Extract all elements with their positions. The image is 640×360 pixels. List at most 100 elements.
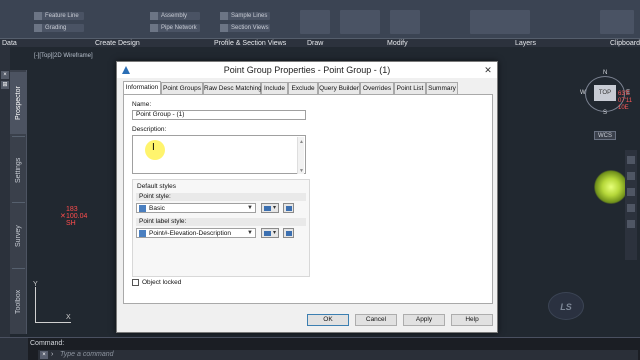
point-label-style-select[interactable]: Point#-Elevation-Description ▼ xyxy=(136,228,256,238)
watermark-logo: LS xyxy=(548,292,584,320)
viewport-controls-label[interactable]: [-][Top][2D Wireframe] xyxy=(34,53,93,59)
chevron-down-icon: ▾ xyxy=(272,230,276,236)
ribbon-clipboard-tools[interactable] xyxy=(600,10,634,34)
palette-divider xyxy=(12,202,25,203)
tree-block-symbol[interactable] xyxy=(594,170,628,204)
toolspace-pin-icon[interactable]: ⊞ xyxy=(1,81,9,89)
ribbon-layers-tools[interactable] xyxy=(470,10,530,34)
tab-overrides[interactable]: Overrides xyxy=(360,82,394,94)
toolspace-palette: Prospector Settings Survey Toolbox xyxy=(10,70,27,334)
navigation-bar xyxy=(625,150,637,260)
point-number: 183 xyxy=(66,206,78,213)
object-locked-label: Object locked xyxy=(142,279,182,286)
point-style-label: Point style: xyxy=(136,193,306,201)
autocad-civil3d-window: Feature Line Grading Assembly Pipe Netwo… xyxy=(0,0,640,360)
point-style-edit-button[interactable]: ▾ xyxy=(261,203,279,213)
name-field[interactable]: Point Group - (1) xyxy=(132,110,306,120)
ribbon-tool-sample-lines[interactable]: Sample Lines xyxy=(220,12,270,20)
coord-line-1: 63'E xyxy=(618,91,630,97)
point-label-style-label: Point label style: xyxy=(136,218,306,226)
wcs-dropdown[interactable]: WCS xyxy=(594,131,616,140)
object-locked-checkbox[interactable] xyxy=(132,279,139,286)
tab-exclude[interactable]: Exclude xyxy=(288,82,318,94)
default-styles-group: Default styles Point style: Basic ▼ ▾ Po… xyxy=(132,179,310,277)
ribbon-modify-tools[interactable] xyxy=(340,10,380,34)
dialog-title: Point Group Properties - Point Group - (… xyxy=(223,65,391,75)
edit-style-icon xyxy=(264,231,271,236)
command-line: Command: × › Type a command xyxy=(0,337,640,360)
compass-west[interactable]: W xyxy=(580,90,586,96)
dialog-close-button[interactable]: ✕ xyxy=(483,65,493,75)
tab-query-builder[interactable]: Query Builder xyxy=(318,82,360,94)
full-navigation-wheel-icon[interactable] xyxy=(627,156,635,164)
toolspace-tab-toolbox[interactable]: Toolbox xyxy=(10,272,27,332)
ribbon-draw-tools[interactable] xyxy=(300,10,330,34)
ribbon-tool-assembly[interactable]: Assembly xyxy=(150,12,200,20)
ribbon-modify-tools-2[interactable] xyxy=(390,10,420,34)
viewcube-top[interactable]: TOP xyxy=(594,85,616,101)
ribbon-tool-grading[interactable]: Grading xyxy=(34,24,84,32)
point-label-style-value: Point#-Elevation-Description xyxy=(149,230,232,237)
compass-south[interactable]: S xyxy=(603,110,607,116)
sample-lines-icon xyxy=(220,12,228,20)
toolspace-close-button[interactable]: × xyxy=(1,71,9,79)
ucs-y-label: Y xyxy=(33,281,38,288)
command-history: Command: xyxy=(30,340,65,347)
cancel-button[interactable]: Cancel xyxy=(355,314,397,326)
description-scrollbar[interactable]: ▲ ▼ xyxy=(297,137,304,174)
point-style-select[interactable]: Basic ▼ xyxy=(136,203,256,213)
palette-divider xyxy=(12,136,25,137)
chevron-down-icon: ▼ xyxy=(247,205,253,211)
ribbon-tool-feature-line[interactable]: Feature Line xyxy=(34,12,84,20)
toolspace-gutter: × ⊞ xyxy=(0,47,10,337)
showmotion-icon[interactable] xyxy=(627,220,635,228)
tab-include[interactable]: Include xyxy=(261,82,288,94)
ribbon-panel-bar: Data Create Design Profile & Section Vie… xyxy=(0,38,640,47)
command-placeholder: Type a command xyxy=(60,351,114,358)
pipe-network-icon xyxy=(150,24,158,32)
tab-point-groups[interactable]: Point Groups xyxy=(161,82,203,94)
zoom-extents-icon[interactable] xyxy=(627,188,635,196)
orbit-icon[interactable] xyxy=(627,204,635,212)
pan-icon[interactable] xyxy=(627,172,635,180)
description-field[interactable]: I ▲ ▼ xyxy=(132,135,306,174)
ribbon: Feature Line Grading Assembly Pipe Netwo… xyxy=(0,0,640,38)
text-cursor-icon: I xyxy=(152,142,155,153)
ribbon-tool-pipe-network[interactable]: Pipe Network xyxy=(150,24,200,32)
point-style-value: Basic xyxy=(149,205,165,212)
ribbon-tool-section-views[interactable]: Section Views xyxy=(220,24,270,32)
ucs-x-label: X xyxy=(66,314,71,321)
label-style-icon xyxy=(139,230,146,237)
toolspace-tab-settings[interactable]: Settings xyxy=(10,140,27,200)
ribbon-tools: Feature Line Grading Assembly Pipe Netwo… xyxy=(0,0,640,36)
name-label: Name: xyxy=(132,101,152,108)
tab-information[interactable]: Information xyxy=(123,81,161,94)
command-input[interactable] xyxy=(38,350,638,360)
help-button[interactable]: Help xyxy=(451,314,493,326)
tab-summary[interactable]: Summary xyxy=(426,82,458,94)
ucs-y-axis xyxy=(35,287,36,323)
ok-button[interactable]: OK xyxy=(307,314,349,326)
label-style-edit-button[interactable]: ▾ xyxy=(261,228,279,238)
tab-raw-desc-matching[interactable]: Raw Desc Matching xyxy=(203,82,262,94)
point-style-preview-button[interactable] xyxy=(283,203,294,213)
toolspace-tab-survey[interactable]: Survey xyxy=(10,206,27,266)
tab-point-list[interactable]: Point List xyxy=(394,82,426,94)
command-prompt-icon: › xyxy=(51,351,54,358)
chevron-down-icon: ▼ xyxy=(247,230,253,236)
compass-north[interactable]: N xyxy=(603,70,607,76)
apply-button[interactable]: Apply xyxy=(403,314,445,326)
toolspace-tab-prospector[interactable]: Prospector xyxy=(10,72,27,134)
grading-icon xyxy=(34,24,42,32)
feature-line-icon xyxy=(34,12,42,20)
label-style-preview-button[interactable] xyxy=(283,228,294,238)
coord-line-3: 10E xyxy=(618,105,629,111)
point-marker-icon[interactable]: ✕ xyxy=(60,213,66,220)
command-close-button[interactable]: × xyxy=(40,351,48,359)
preview-icon xyxy=(286,231,292,236)
point-group-properties-dialog: Point Group Properties - Point Group - (… xyxy=(116,61,498,333)
point-style-icon xyxy=(139,205,146,212)
edit-style-icon xyxy=(264,206,271,211)
dialog-title-bar[interactable]: Point Group Properties - Point Group - (… xyxy=(117,62,497,78)
chevron-down-icon: ▾ xyxy=(272,205,276,211)
